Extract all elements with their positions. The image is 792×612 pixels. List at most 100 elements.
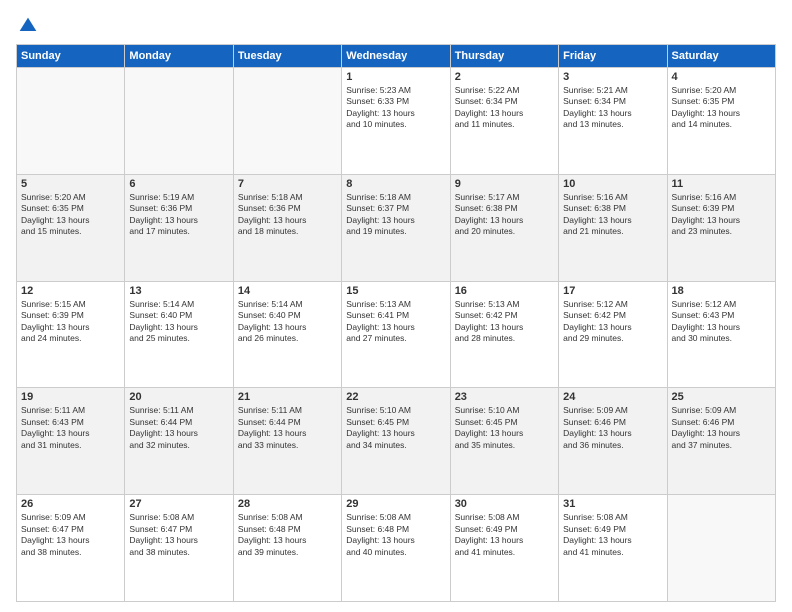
- logo: [16, 16, 38, 36]
- day-info: Sunrise: 5:13 AM Sunset: 6:42 PM Dayligh…: [455, 299, 554, 345]
- day-info: Sunrise: 5:16 AM Sunset: 6:39 PM Dayligh…: [672, 192, 771, 238]
- day-info: Sunrise: 5:18 AM Sunset: 6:37 PM Dayligh…: [346, 192, 445, 238]
- day-info: Sunrise: 5:08 AM Sunset: 6:48 PM Dayligh…: [238, 512, 337, 558]
- calendar-header-friday: Friday: [559, 45, 667, 68]
- day-number: 31: [563, 498, 662, 510]
- day-info: Sunrise: 5:12 AM Sunset: 6:43 PM Dayligh…: [672, 299, 771, 345]
- day-number: 21: [238, 391, 337, 403]
- day-number: 8: [346, 178, 445, 190]
- calendar-header-wednesday: Wednesday: [342, 45, 450, 68]
- calendar-cell: 2Sunrise: 5:22 AM Sunset: 6:34 PM Daylig…: [450, 68, 558, 175]
- calendar-header-tuesday: Tuesday: [233, 45, 341, 68]
- calendar-cell: 18 Sunrise: 5:12 AM Sunset: 6:43 PM Dayli…: [667, 281, 775, 388]
- day-number: 11: [672, 178, 771, 190]
- calendar-cell: 23 Sunrise: 5:10 AM Sunset: 6:45 PM Dayli…: [450, 388, 558, 495]
- calendar-cell: 7 Sunrise: 5:18 AM Sunset: 6:36 PM Daylig…: [233, 174, 341, 281]
- calendar-cell: 19Sunrise: 5:11 AM Sunset: 6:43 PM Dayli…: [17, 388, 125, 495]
- calendar-cell: 24 Sunrise: 5:09 AM Sunset: 6:46 PM Dayli…: [559, 388, 667, 495]
- calendar-cell: 12Sunrise: 5:15 AM Sunset: 6:39 PM Dayli…: [17, 281, 125, 388]
- day-info: Sunrise: 5:11 AM Sunset: 6:44 PM Dayligh…: [238, 405, 337, 451]
- day-number: 2: [455, 71, 554, 83]
- calendar-week-5: 26 Sunrise: 5:09 AM Sunset: 6:47 PM Dayli…: [17, 495, 776, 602]
- day-info: Sunrise: 5:21 AM Sunset: 6:34 PM Dayligh…: [563, 85, 662, 131]
- calendar-cell: [233, 68, 341, 175]
- day-number: 12: [21, 285, 120, 297]
- calendar-table: SundayMondayTuesdayWednesdayThursdayFrid…: [16, 44, 776, 602]
- day-info: Sunrise: 5:10 AM Sunset: 6:45 PM Dayligh…: [455, 405, 554, 451]
- day-info: Sunrise: 5:20 AM Sunset: 6:35 PM Dayligh…: [672, 85, 771, 131]
- calendar-cell: [667, 495, 775, 602]
- calendar-cell: 21 Sunrise: 5:11 AM Sunset: 6:44 PM Dayli…: [233, 388, 341, 495]
- day-info: Sunrise: 5:12 AM Sunset: 6:42 PM Dayligh…: [563, 299, 662, 345]
- calendar-cell: 3 Sunrise: 5:21 AM Sunset: 6:34 PM Daylig…: [559, 68, 667, 175]
- calendar-cell: 29Sunrise: 5:08 AM Sunset: 6:48 PM Dayli…: [342, 495, 450, 602]
- day-number: 27: [129, 498, 228, 510]
- day-number: 10: [563, 178, 662, 190]
- day-number: 17: [563, 285, 662, 297]
- day-number: 22: [346, 391, 445, 403]
- calendar-cell: 11 Sunrise: 5:16 AM Sunset: 6:39 PM Dayli…: [667, 174, 775, 281]
- day-info: Sunrise: 5:18 AM Sunset: 6:36 PM Dayligh…: [238, 192, 337, 238]
- day-number: 25: [672, 391, 771, 403]
- day-info: Sunrise: 5:09 AM Sunset: 6:46 PM Dayligh…: [672, 405, 771, 451]
- day-number: 3: [563, 71, 662, 83]
- calendar-cell: 22 Sunrise: 5:10 AM Sunset: 6:45 PM Dayli…: [342, 388, 450, 495]
- day-number: 6: [129, 178, 228, 190]
- day-info: Sunrise: 5:14 AM Sunset: 6:40 PM Dayligh…: [238, 299, 337, 345]
- logo-icon: [18, 16, 38, 36]
- calendar-week-4: 19Sunrise: 5:11 AM Sunset: 6:43 PM Dayli…: [17, 388, 776, 495]
- day-info: Sunrise: 5:13 AM Sunset: 6:41 PM Dayligh…: [346, 299, 445, 345]
- calendar-cell: 8 Sunrise: 5:18 AM Sunset: 6:37 PM Daylig…: [342, 174, 450, 281]
- calendar-cell: 25 Sunrise: 5:09 AM Sunset: 6:46 PM Dayli…: [667, 388, 775, 495]
- day-info: Sunrise: 5:11 AM Sunset: 6:44 PM Dayligh…: [129, 405, 228, 451]
- calendar-cell: 17 Sunrise: 5:12 AM Sunset: 6:42 PM Dayli…: [559, 281, 667, 388]
- day-info: Sunrise: 5:10 AM Sunset: 6:45 PM Dayligh…: [346, 405, 445, 451]
- day-number: 4: [672, 71, 771, 83]
- day-number: 15: [346, 285, 445, 297]
- day-number: 9: [455, 178, 554, 190]
- day-number: 5: [21, 178, 120, 190]
- day-number: 7: [238, 178, 337, 190]
- calendar-cell: 14 Sunrise: 5:14 AM Sunset: 6:40 PM Dayli…: [233, 281, 341, 388]
- day-info: Sunrise: 5:20 AM Sunset: 6:35 PM Dayligh…: [21, 192, 120, 238]
- calendar-cell: 16Sunrise: 5:13 AM Sunset: 6:42 PM Dayli…: [450, 281, 558, 388]
- calendar-cell: 27 Sunrise: 5:08 AM Sunset: 6:47 PM Dayli…: [125, 495, 233, 602]
- day-number: 1: [346, 71, 445, 83]
- calendar-header-monday: Monday: [125, 45, 233, 68]
- day-info: Sunrise: 5:08 AM Sunset: 6:49 PM Dayligh…: [563, 512, 662, 558]
- calendar-cell: 4 Sunrise: 5:20 AM Sunset: 6:35 PM Daylig…: [667, 68, 775, 175]
- day-info: Sunrise: 5:08 AM Sunset: 6:47 PM Dayligh…: [129, 512, 228, 558]
- calendar-cell: 20Sunrise: 5:11 AM Sunset: 6:44 PM Dayli…: [125, 388, 233, 495]
- day-number: 13: [129, 285, 228, 297]
- calendar-cell: 28 Sunrise: 5:08 AM Sunset: 6:48 PM Dayli…: [233, 495, 341, 602]
- day-number: 23: [455, 391, 554, 403]
- day-info: Sunrise: 5:09 AM Sunset: 6:46 PM Dayligh…: [563, 405, 662, 451]
- page: SundayMondayTuesdayWednesdayThursdayFrid…: [0, 0, 792, 612]
- day-number: 18: [672, 285, 771, 297]
- day-info: Sunrise: 5:14 AM Sunset: 6:40 PM Dayligh…: [129, 299, 228, 345]
- calendar-week-2: 5 Sunrise: 5:20 AM Sunset: 6:35 PM Daylig…: [17, 174, 776, 281]
- calendar-cell: 9Sunrise: 5:17 AM Sunset: 6:38 PM Daylig…: [450, 174, 558, 281]
- calendar-cell: 30Sunrise: 5:08 AM Sunset: 6:49 PM Dayli…: [450, 495, 558, 602]
- day-info: Sunrise: 5:09 AM Sunset: 6:47 PM Dayligh…: [21, 512, 120, 558]
- calendar-header-sunday: Sunday: [17, 45, 125, 68]
- day-number: 14: [238, 285, 337, 297]
- day-info: Sunrise: 5:11 AM Sunset: 6:43 PM Dayligh…: [21, 405, 120, 451]
- day-info: Sunrise: 5:19 AM Sunset: 6:36 PM Dayligh…: [129, 192, 228, 238]
- day-info: Sunrise: 5:23 AM Sunset: 6:33 PM Dayligh…: [346, 85, 445, 131]
- calendar-cell: 26 Sunrise: 5:09 AM Sunset: 6:47 PM Dayli…: [17, 495, 125, 602]
- day-info: Sunrise: 5:08 AM Sunset: 6:48 PM Dayligh…: [346, 512, 445, 558]
- calendar-cell: [125, 68, 233, 175]
- day-number: 26: [21, 498, 120, 510]
- calendar-cell: 6 Sunrise: 5:19 AM Sunset: 6:36 PM Daylig…: [125, 174, 233, 281]
- calendar-header-thursday: Thursday: [450, 45, 558, 68]
- day-number: 24: [563, 391, 662, 403]
- calendar-week-1: 1 Sunrise: 5:23 AM Sunset: 6:33 PM Daylig…: [17, 68, 776, 175]
- calendar-cell: 5 Sunrise: 5:20 AM Sunset: 6:35 PM Daylig…: [17, 174, 125, 281]
- day-number: 30: [455, 498, 554, 510]
- calendar-header-row: SundayMondayTuesdayWednesdayThursdayFrid…: [17, 45, 776, 68]
- day-number: 28: [238, 498, 337, 510]
- header: [16, 16, 776, 36]
- calendar-cell: 10Sunrise: 5:16 AM Sunset: 6:38 PM Dayli…: [559, 174, 667, 281]
- calendar-cell: 13 Sunrise: 5:14 AM Sunset: 6:40 PM Dayli…: [125, 281, 233, 388]
